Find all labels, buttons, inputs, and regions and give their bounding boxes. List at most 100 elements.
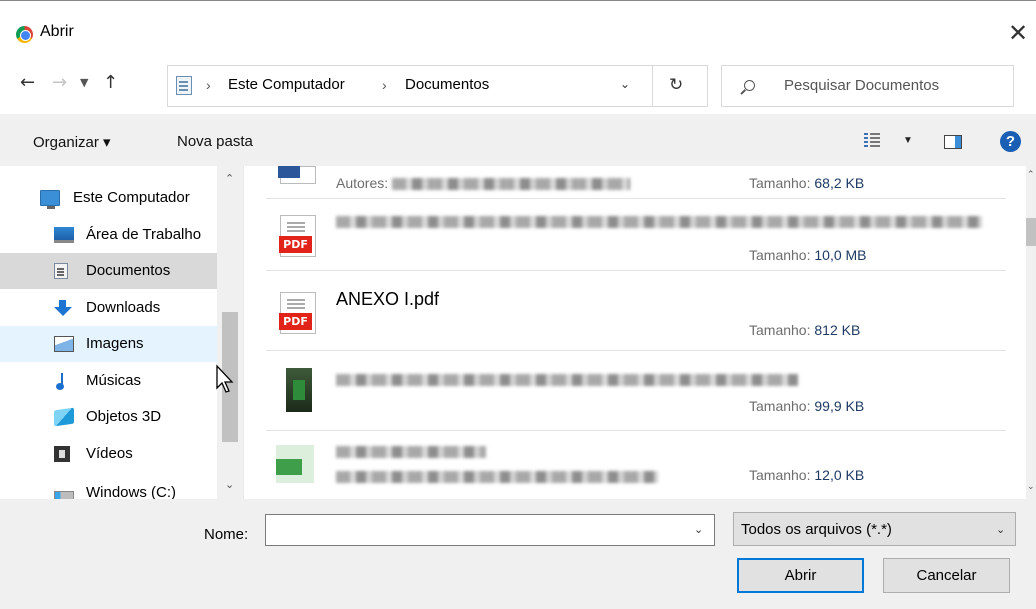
file-name <box>336 211 982 232</box>
sidebar-item-area-de-trabalho[interactable]: Área de Trabalho <box>0 217 217 253</box>
dialog-footer: Nome: ⌄ Todos os arquivos (*.*) ⌄ Abrir … <box>0 499 1036 609</box>
chrome-app-icon <box>16 26 33 43</box>
cancel-button[interactable]: Cancelar <box>883 558 1010 593</box>
file-row[interactable]: PDF ANEXO I.pdf Tamanho: 812 KB <box>266 271 1006 351</box>
sidebar-item-label: Downloads <box>86 299 161 316</box>
open-button[interactable]: Abrir <box>737 558 864 593</box>
file-list-scroll-thumb[interactable] <box>1026 218 1036 246</box>
preview-pane-icon[interactable] <box>944 135 962 149</box>
application-file-icon <box>276 445 314 483</box>
sidebar-item-label: Windows (C:) <box>86 484 177 499</box>
change-view-icon[interactable] <box>864 133 880 149</box>
file-type-select[interactable]: Todos os arquivos (*.*) ⌄ <box>733 512 1016 546</box>
sidebar-item-objetos-3d[interactable]: Objetos 3D <box>0 399 217 435</box>
sidebar-item-musicas[interactable]: Músicas <box>0 363 217 399</box>
file-size: Tamanho: 99,9 KB <box>749 398 865 414</box>
computer-icon <box>40 190 60 209</box>
sidebar-item-imagens[interactable]: Imagens <box>0 326 217 362</box>
file-list-scrollbar[interactable]: ⌃ ⌄ <box>1026 166 1036 499</box>
scroll-up-icon[interactable]: ⌃ <box>225 172 234 185</box>
sidebar-item-label: Vídeos <box>86 445 133 462</box>
drive-icon <box>54 491 74 499</box>
address-bar[interactable]: › Este Computador › Documentos ⌄ ↻ <box>167 65 708 107</box>
sidebar-item-downloads[interactable]: Downloads <box>0 290 217 326</box>
navigation-pane: Este Computador Área de Trabalho Documen… <box>0 166 244 499</box>
sidebar-item-documentos[interactable]: Documentos <box>0 253 217 289</box>
pdf-file-icon: PDF <box>279 292 316 334</box>
desktop-icon <box>54 227 74 243</box>
search-box[interactable]: Pesquisar Documentos <box>721 65 1014 107</box>
back-arrow-icon[interactable]: ← <box>20 72 35 93</box>
scroll-up-icon[interactable]: ⌃ <box>1027 170 1035 180</box>
file-type-chevron-icon[interactable]: ⌄ <box>996 523 1005 536</box>
sidebar-item-label: Documentos <box>86 262 171 279</box>
navigation-bar: ← → ▼ ↑ › Este Computador › Documentos ⌄… <box>0 58 1036 114</box>
scroll-down-icon[interactable]: ⌄ <box>225 478 234 491</box>
videos-icon <box>54 446 70 462</box>
sidebar-item-label: Este Computador <box>73 189 190 206</box>
organize-menu-button[interactable]: Organizar ▾ <box>33 133 111 151</box>
file-row[interactable]: Autores: Tamanho: 68,2 KB <box>266 166 1006 199</box>
3d-objects-icon <box>54 407 74 427</box>
pictures-icon <box>54 336 74 352</box>
view-options-chevron-icon[interactable]: ▼ <box>903 135 913 146</box>
search-input[interactable]: Pesquisar Documentos <box>784 77 939 94</box>
refresh-icon[interactable]: ↻ <box>669 75 683 95</box>
sidebar-item-label: Músicas <box>86 372 142 389</box>
breadcrumb-documentos[interactable]: Documentos <box>405 76 489 93</box>
blurred-author <box>336 471 658 484</box>
breadcrumb-separator[interactable]: › <box>382 77 387 93</box>
sidebar-item-label: Imagens <box>86 335 144 352</box>
help-icon[interactable]: ? <box>1000 131 1021 152</box>
file-name-field[interactable] <box>266 515 686 545</box>
pdf-file-icon: PDF <box>279 215 316 257</box>
sidebar-item-este-computador[interactable]: Este Computador <box>0 180 217 216</box>
documents-icon <box>54 263 68 279</box>
sidebar-item-label: Objetos 3D <box>86 408 162 425</box>
file-row[interactable]: Tamanho: 12,0 KB <box>266 431 1006 499</box>
file-name <box>336 441 486 462</box>
downloads-icon <box>54 300 72 316</box>
sidebar-scrollbar[interactable]: ⌃ ⌄ <box>217 166 243 499</box>
sidebar-item-videos[interactable]: Vídeos <box>0 436 217 472</box>
file-list: Autores: Tamanho: 68,2 KB PDF Tamanho: 1… <box>244 166 1026 499</box>
close-icon[interactable]: ✕ <box>1008 19 1028 47</box>
file-size: Tamanho: 812 KB <box>749 322 861 338</box>
file-size: Tamanho: 68,2 KB <box>749 175 865 191</box>
file-name: ANEXO I.pdf <box>336 289 440 309</box>
file-size: Tamanho: 12,0 KB <box>749 467 865 483</box>
file-row[interactable]: PDF Tamanho: 10,0 MB <box>266 199 1006 271</box>
image-file-icon <box>286 368 312 412</box>
recent-locations-chevron-icon[interactable]: ▼ <box>80 76 88 89</box>
file-row[interactable]: Tamanho: 99,9 KB <box>266 351 1006 431</box>
new-folder-button[interactable]: Nova pasta <box>177 133 253 150</box>
file-name <box>336 369 798 390</box>
address-history-chevron-icon[interactable]: ⌄ <box>620 77 630 91</box>
blurred-file-name <box>336 374 798 387</box>
breadcrumb-este-computador[interactable]: Este Computador <box>228 76 345 93</box>
file-authors: Autores: <box>336 175 631 191</box>
command-toolbar: Organizar ▾ Nova pasta ▼ ? <box>0 114 1036 166</box>
file-type-value: Todos os arquivos (*.*) <box>741 521 892 538</box>
file-name-combobox[interactable]: ⌄ <box>265 514 715 546</box>
breadcrumb-separator[interactable]: › <box>206 77 211 93</box>
sidebar-item-label: Área de Trabalho <box>86 226 202 243</box>
blurred-file-name <box>336 446 486 459</box>
search-icon <box>744 80 755 91</box>
forward-arrow-icon[interactable]: → <box>52 72 67 93</box>
title-bar: Abrir ✕ <box>0 0 1036 58</box>
word-document-icon <box>278 166 316 184</box>
file-name-label: Nome: <box>204 526 249 543</box>
sidebar-item-windows-c[interactable]: Windows (C:) <box>0 475 217 499</box>
blurred-author <box>392 178 631 191</box>
file-name-chevron-icon[interactable]: ⌄ <box>694 523 703 536</box>
scroll-down-icon[interactable]: ⌄ <box>1027 482 1035 492</box>
documents-location-icon <box>176 76 192 95</box>
file-authors <box>336 468 658 484</box>
music-icon <box>56 373 68 390</box>
file-size: Tamanho: 10,0 MB <box>749 247 867 263</box>
window-title: Abrir <box>40 23 74 40</box>
blurred-file-name <box>336 216 982 229</box>
mouse-cursor-icon <box>216 364 234 393</box>
up-arrow-icon[interactable]: ↑ <box>103 72 118 93</box>
